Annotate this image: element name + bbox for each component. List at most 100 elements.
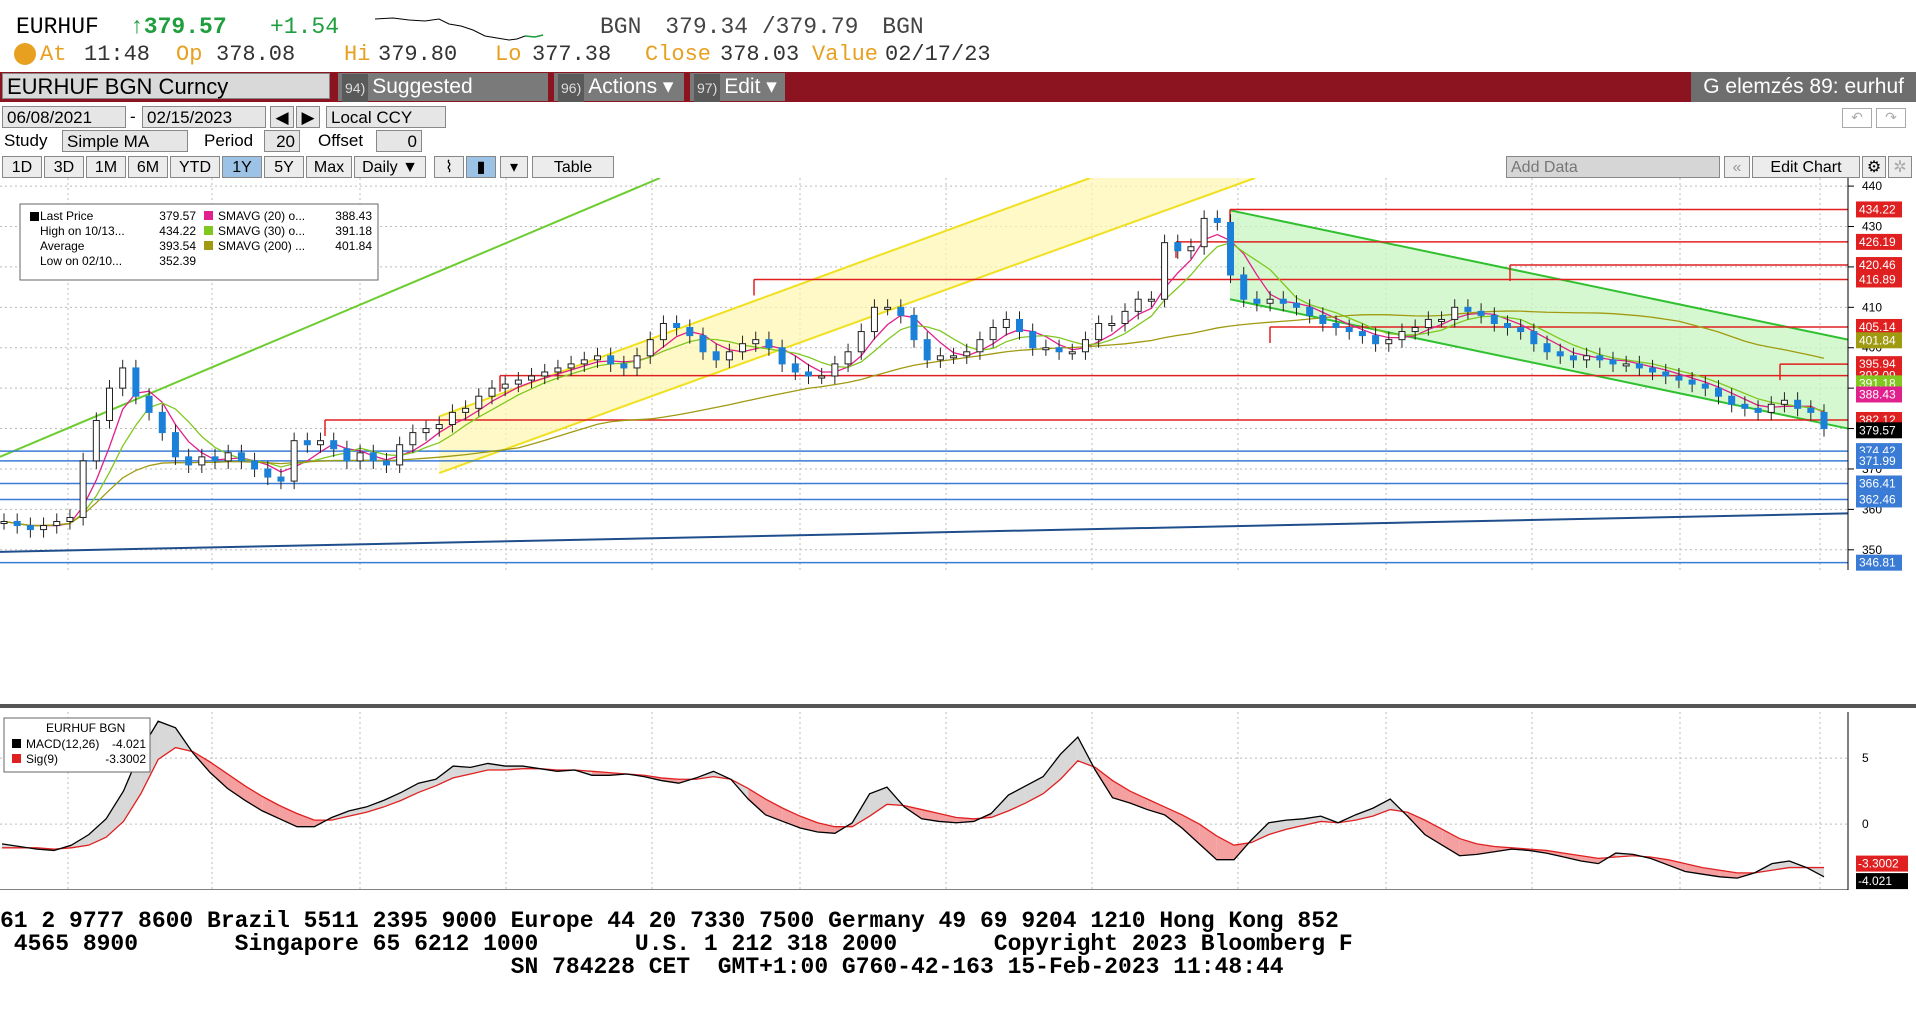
study-label: Study: [4, 131, 48, 150]
candle: [1372, 335, 1380, 345]
study-select[interactable]: Simple MA: [62, 130, 188, 152]
clock-icon: [14, 43, 36, 65]
candle: [448, 411, 456, 426]
actions-menu[interactable]: 96) Actions ▾: [554, 73, 684, 102]
ask-source: BGN: [882, 14, 924, 40]
range-5y-tab[interactable]: 5Y: [264, 156, 304, 178]
security-field[interactable]: EURHUF BGN Curncy: [2, 73, 330, 99]
period-field[interactable]: 20: [264, 130, 300, 152]
open-value: 378.08: [216, 42, 296, 67]
candle-chart-icon[interactable]: ▮: [466, 156, 496, 178]
currency-select[interactable]: Local CCY: [326, 106, 446, 128]
candle: [356, 452, 364, 462]
candle: [1068, 351, 1076, 355]
redo-icon[interactable]: ↷: [1876, 108, 1906, 128]
suggested-charts-number: 94): [342, 74, 369, 102]
candle: [910, 314, 918, 341]
candle: [0, 521, 8, 525]
next-period-button[interactable]: ▶: [296, 106, 320, 128]
offset-field[interactable]: 0: [376, 130, 422, 152]
collapse-icon[interactable]: «: [1724, 156, 1750, 178]
candle: [1147, 298, 1155, 302]
prev-period-button[interactable]: ◀: [270, 106, 294, 128]
candle: [277, 476, 285, 482]
price-tag-label: 401.84: [1859, 333, 1896, 347]
macd-tick-label: 0: [1862, 817, 1869, 831]
candle: [976, 339, 984, 353]
add-data-field[interactable]: Add Data: [1506, 156, 1720, 178]
candle: [1543, 343, 1551, 353]
chart-type-dropdown[interactable]: ▾: [500, 156, 528, 178]
candle: [66, 516, 74, 523]
candle: [92, 419, 100, 462]
table-button[interactable]: Table: [532, 156, 614, 178]
candle: [1174, 242, 1182, 252]
candle: [1701, 383, 1709, 389]
candle: [1609, 359, 1617, 365]
candle: [752, 339, 760, 345]
candle: [857, 331, 865, 353]
candle: [1095, 322, 1103, 341]
candle: [659, 322, 667, 341]
candle: [145, 395, 153, 413]
candle: [554, 367, 562, 373]
last-price-swatch: [30, 212, 39, 221]
actions-label: Actions ▾: [588, 75, 674, 98]
candle: [1649, 367, 1657, 373]
edit-menu[interactable]: 97) Edit ▾: [690, 73, 785, 102]
candle: [409, 432, 417, 446]
candle: [1714, 387, 1722, 397]
candle: [593, 355, 601, 361]
bid-ask: BGN 379.34 /379.79 BGN: [600, 14, 924, 40]
options-icon[interactable]: ✲: [1888, 156, 1912, 178]
macd-histogram-area: [1216, 835, 1235, 860]
price-tag-label: 371.99: [1859, 454, 1896, 468]
macd-histogram-area: [296, 813, 315, 827]
line-chart-icon[interactable]: ⌇: [434, 156, 464, 178]
close-label: Close: [645, 42, 712, 67]
macd-panel: 05-3.3002-4.021: [0, 712, 1908, 890]
price-tag-label: 416.89: [1859, 272, 1896, 286]
candle: [884, 306, 892, 310]
candle: [923, 339, 931, 361]
candle: [1556, 351, 1564, 357]
candle: [369, 452, 377, 462]
chart-settings-icon[interactable]: ⚙: [1862, 156, 1886, 178]
edit-chart-button[interactable]: Edit Chart: [1752, 156, 1860, 178]
range-max-tab[interactable]: Max: [306, 156, 352, 178]
ma-swatch: [204, 241, 213, 250]
candle: [26, 525, 34, 531]
start-date-field[interactable]: 06/08/2021: [2, 106, 126, 128]
range-1m-tab[interactable]: 1M: [86, 156, 126, 178]
high-value: 379.80: [378, 42, 458, 67]
range-1y-tab[interactable]: 1Y: [222, 156, 262, 178]
range-6m-tab[interactable]: 6M: [128, 156, 168, 178]
candle: [607, 355, 615, 365]
candle: [1002, 318, 1010, 329]
candle: [106, 387, 114, 421]
price-tick-label: 440: [1862, 179, 1882, 193]
candle: [699, 335, 707, 353]
frequency-select[interactable]: Daily ▼: [354, 156, 426, 178]
candle: [620, 363, 628, 369]
candle: [251, 460, 259, 470]
end-date-field[interactable]: 02/15/2023: [142, 106, 266, 128]
candle: [1213, 217, 1221, 223]
net-change: +1.54: [270, 14, 340, 40]
candle: [1767, 403, 1775, 413]
macd-swatch: [12, 739, 21, 748]
edit-label: Edit ▾: [724, 75, 777, 98]
candle: [989, 327, 997, 341]
candle: [791, 363, 799, 373]
range-ytd-tab[interactable]: YTD: [170, 156, 220, 178]
undo-icon[interactable]: ↶: [1842, 108, 1872, 128]
suggested-charts-button[interactable]: 94)Suggested Charts: [338, 73, 548, 127]
candle: [1081, 339, 1089, 353]
edit-number: 97): [694, 74, 721, 102]
candle: [844, 351, 852, 365]
range-3d-tab[interactable]: 3D: [44, 156, 84, 178]
low-value: 377.38: [532, 42, 612, 67]
price-tag-label: 420.46: [1859, 258, 1896, 272]
range-1d-tab[interactable]: 1D: [2, 156, 42, 178]
chart-area[interactable]: 350360370380390400410420430440 434.22426…: [0, 178, 1916, 890]
